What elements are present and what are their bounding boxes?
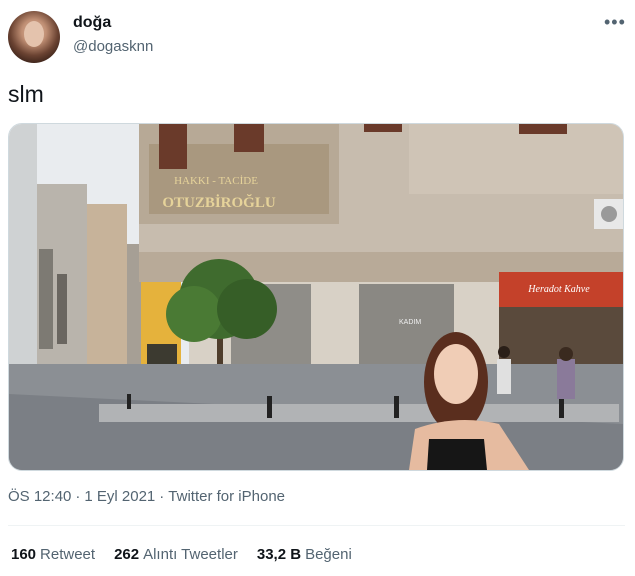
avatar[interactable] <box>8 11 60 63</box>
meta-separator: · <box>75 488 81 505</box>
avatar-face <box>24 21 44 47</box>
shop-sign-line1: HAKKI - TACİDE <box>174 175 258 187</box>
quotes-label: Alıntı Tweetler <box>143 546 238 563</box>
quotes-count: 262 <box>114 546 140 563</box>
retweets-stat[interactable]: 160 Retweet <box>11 546 95 563</box>
meta-separator: · <box>159 488 165 505</box>
shop-sign-line2: OTUZBİROĞLU <box>162 194 276 211</box>
cafe-sign: Heradot Kahve <box>527 284 590 295</box>
tweet-text: slm <box>8 81 44 107</box>
window-text: KADIM <box>399 319 421 326</box>
user-handle[interactable]: @dogasknn <box>73 38 153 55</box>
tweet-time[interactable]: ÖS 12:40 <box>8 488 71 505</box>
tweet-meta: ÖS 12:40 · 1 Eyl 2021 · Twitter for iPhone <box>8 488 285 505</box>
tweet-date[interactable]: 1 Eyl 2021 <box>84 488 155 505</box>
likes-label: Beğeni <box>305 546 352 563</box>
tweet-photo[interactable]: HAKKI - TACİDE OTUZBİROĞLU KADIM Heradot… <box>8 123 624 471</box>
tweet-stats: 160 Retweet 262 Alıntı Tweetler 33,2 B Beğe… <box>11 546 371 563</box>
retweets-count: 160 <box>11 546 37 563</box>
divider <box>8 525 625 526</box>
retweets-label: Retweet <box>40 546 96 563</box>
tweet-source[interactable]: Twitter for iPhone <box>168 488 285 505</box>
likes-stat[interactable]: 33,2 B Beğeni <box>257 546 352 563</box>
display-name[interactable]: doğa <box>73 14 111 32</box>
likes-count: 33,2 B <box>256 546 302 563</box>
street-photo: HAKKI - TACİDE OTUZBİROĞLU KADIM Heradot… <box>9 124 623 470</box>
more-horizontal-icon[interactable]: ••• <box>604 12 626 33</box>
quotes-stat[interactable]: 262 Alıntı Tweetler <box>114 546 238 563</box>
